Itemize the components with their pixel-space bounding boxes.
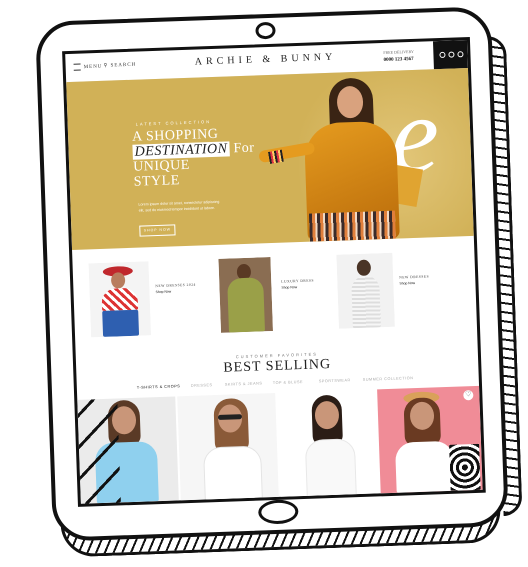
user-icon[interactable]: [439, 51, 446, 59]
tab-skirts-jeans[interactable]: SKIRTS & JEANS: [225, 381, 263, 386]
patterned-bag-image: [449, 443, 481, 491]
product-card-2[interactable]: [177, 392, 279, 501]
hero-banner: e LATEST COLLECTION A SHOPPING DESTINATI…: [66, 68, 474, 250]
category-info-1: NEW DRESSES 2024 Shop Now: [155, 281, 209, 295]
category-card-3[interactable]: [336, 252, 395, 329]
tablet-screen: MENU ⚲ SEARCH ARCHIE & BUNNY FREE DELIVE…: [62, 36, 486, 507]
cart-icon[interactable]: [457, 51, 464, 58]
wishlist-icon[interactable]: [448, 51, 455, 58]
site-logo[interactable]: ARCHIE & BUNNY: [185, 51, 345, 68]
contact-caption: FREE DELIVERY: [383, 48, 414, 55]
account-cart-bar: [432, 40, 468, 70]
phone-number[interactable]: 0000 123 4567: [384, 57, 414, 63]
category-link-3[interactable]: Shop Now: [399, 279, 453, 287]
product-grid: ♡: [77, 385, 483, 504]
tab-dresses[interactable]: DRESSES: [191, 383, 213, 388]
category-link-2[interactable]: Shop Now: [281, 283, 335, 291]
hamburger-icon: [73, 63, 81, 71]
wishlist-heart-icon[interactable]: ♡: [463, 390, 474, 401]
search-button[interactable]: ⚲ SEARCH: [104, 62, 137, 69]
hero-description: Lorem ipsum dolor sit amet, consectetur …: [138, 199, 220, 213]
product-card-3[interactable]: [277, 389, 379, 497]
product-card-1[interactable]: [77, 396, 179, 504]
category-link-1[interactable]: Shop Now: [155, 287, 209, 295]
category-info-2: LUXURY DRESS Shop Now: [281, 277, 335, 291]
tab-sportswear[interactable]: SPORTSWEAR: [319, 378, 351, 383]
menu-button[interactable]: MENU: [73, 63, 103, 71]
category-info-3: NEW DRESSES Shop Now: [399, 273, 453, 287]
tab-tshirts-crops[interactable]: T-SHIRTS & CROPS: [137, 384, 180, 390]
sketch-tablet-illustration: MENU ⚲ SEARCH ARCHIE & BUNNY FREE DELIVE…: [0, 0, 528, 567]
tab-summer-collection[interactable]: SUMMER COLLECTION: [363, 376, 414, 382]
menu-label: MENU: [83, 64, 103, 71]
search-label: SEARCH: [110, 62, 137, 69]
tablet-frame: MENU ⚲ SEARCH ARCHIE & BUNNY FREE DELIVE…: [35, 6, 523, 558]
category-card-2[interactable]: [218, 257, 273, 333]
hero-heading: A SHOPPING DESTINATION For UNIQUE STYLE: [131, 126, 255, 190]
shop-now-button[interactable]: SHOP NOW: [139, 224, 176, 237]
product-card-4[interactable]: ♡: [377, 385, 483, 494]
contact-info: FREE DELIVERY 0000 123 4567: [383, 48, 414, 64]
category-card-1[interactable]: [88, 261, 152, 338]
hero-eyebrow: LATEST COLLECTION: [135, 119, 212, 127]
category-row: NEW DRESSES 2024 Shop Now LUXURY DRESS S…: [72, 236, 477, 350]
sunglasses-image: [217, 414, 243, 420]
tab-top-bluse[interactable]: TOP & BLUSE: [273, 380, 303, 385]
sketch-strokes: [77, 398, 121, 504]
